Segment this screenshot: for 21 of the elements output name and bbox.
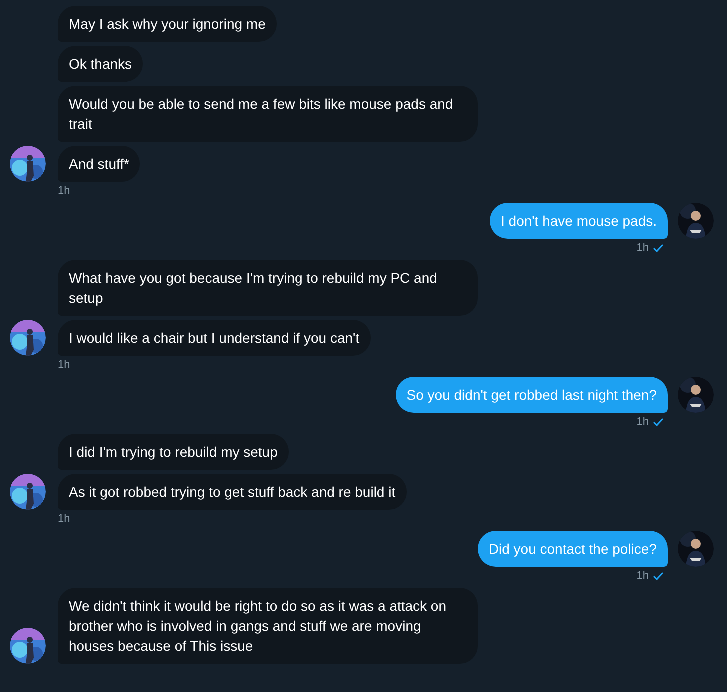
message-bubble: Ok thanks <box>58 46 144 82</box>
message-bubble: And stuff* <box>58 146 140 182</box>
message-bubble: As it got robbed trying to get stuff back and re build it <box>58 474 407 510</box>
message-bubble: So you didn't get robbed last night then? <box>396 377 668 413</box>
message-bubble: I don't have mouse pads. <box>490 203 668 239</box>
timestamp: 1h <box>636 414 649 430</box>
timestamp: 1h <box>58 358 70 373</box>
timestamp: 1h <box>58 512 70 527</box>
check-icon <box>653 418 664 426</box>
message-bubble: Would you be able to send me a few bits like mouse pads and trait <box>58 86 478 142</box>
timestamp: 1h <box>636 240 649 256</box>
message-bubble: I would like a chair but I understand if you can't <box>58 320 371 356</box>
message-bubble: Did you contact the police? <box>478 531 668 567</box>
timestamp: 1h <box>636 568 649 584</box>
check-icon <box>653 572 664 580</box>
message-bubble: We didn't think it would be right to do so as it was a attack on brother who is involved in gangs and stuff we are moving houses because of This issue <box>58 588 478 664</box>
check-icon <box>653 244 664 252</box>
message-bubble: I did I'm trying to rebuild my setup <box>58 434 289 470</box>
message-bubble: May I ask why your ignoring me <box>58 6 277 42</box>
message-bubble: What have you got because I'm trying to rebuild my PC and setup <box>58 260 478 316</box>
timestamp: 1h <box>58 184 70 199</box>
